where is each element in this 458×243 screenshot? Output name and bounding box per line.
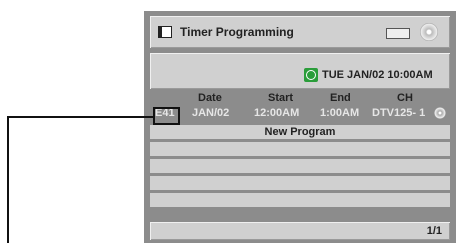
table-header: Date Start End CH [150, 91, 450, 105]
callout-line [7, 116, 9, 243]
header-end: End [330, 92, 351, 104]
row-end: 1:00AM [320, 107, 360, 119]
row-ch: DTV125- 1 [372, 107, 426, 119]
window-title: Timer Programming [180, 25, 294, 39]
callout-highlight [153, 107, 180, 125]
row-start: 12:00AM [254, 107, 300, 119]
callout-line [7, 116, 153, 118]
empty-row[interactable] [150, 176, 450, 190]
empty-row[interactable] [150, 159, 450, 173]
clock-icon [304, 68, 318, 82]
header-ch: CH [397, 92, 413, 104]
timer-programming-panel: Timer Programming TUE JAN/02 10:00AM Dat… [144, 11, 456, 243]
new-program-item[interactable]: New Program [150, 125, 450, 139]
disc-icon [434, 107, 446, 119]
datetime-bar: TUE JAN/02 10:00AM [150, 53, 450, 89]
empty-row[interactable] [150, 142, 450, 156]
page-indicator: 1/1 [426, 225, 442, 237]
page-bar: 1/1 [150, 222, 450, 240]
header-start: Start [268, 92, 294, 104]
row-date: JAN/02 [192, 107, 230, 119]
window-icon [158, 26, 172, 38]
header-date: Date [198, 92, 222, 104]
empty-row[interactable] [150, 193, 450, 207]
table-row[interactable]: E41 JAN/02 12:00AM 1:00AM DTV125- 1 [150, 106, 450, 120]
title-bar: Timer Programming [150, 16, 450, 48]
disc-icon [420, 23, 438, 41]
device-icon [386, 28, 410, 39]
current-datetime: TUE JAN/02 10:00AM [322, 69, 433, 81]
